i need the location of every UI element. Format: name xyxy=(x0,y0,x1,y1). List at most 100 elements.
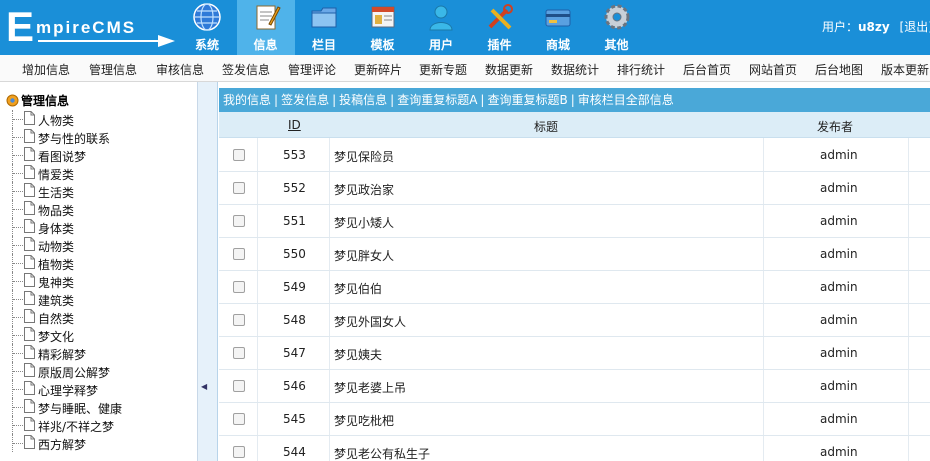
tree-connector xyxy=(12,434,24,452)
nav-item[interactable]: 模板 xyxy=(354,0,412,55)
row-checkbox[interactable] xyxy=(233,149,245,161)
row-publisher: admin xyxy=(820,247,858,261)
tree-item-label: 植物类 xyxy=(38,258,75,272)
tree-item-label: 人物类 xyxy=(38,114,75,128)
row-checkbox[interactable] xyxy=(233,248,245,260)
tree-item-label: 精彩解梦 xyxy=(38,348,87,362)
table-row: 549 梦见伯伯 admin xyxy=(219,271,930,304)
nav-item[interactable]: 插件 xyxy=(471,0,529,55)
row-checkbox[interactable] xyxy=(233,446,245,458)
row-checkbox[interactable] xyxy=(233,413,245,425)
tree-root-icon xyxy=(6,94,19,107)
column-header-id[interactable]: ID xyxy=(288,118,301,132)
row-title-link[interactable]: 梦见老公有私生子 xyxy=(334,445,430,461)
tree-item-label: 建筑类 xyxy=(38,294,75,308)
document-icon xyxy=(24,237,35,251)
row-checkbox[interactable] xyxy=(233,314,245,326)
tree-item-label: 心理学释梦 xyxy=(38,384,99,398)
submenu-item[interactable]: 排行统计 xyxy=(617,61,665,78)
sidebar-tree: 管理信息 人物类 梦与性的联系 看图说梦 情爱类 生活类 物品类 身体类 动物类 植物类 鬼神类建… xyxy=(0,82,198,461)
nav-item[interactable]: 信息 xyxy=(236,0,295,55)
nav-item-label: 信息 xyxy=(253,38,278,52)
table-row: 551 梦见小矮人 admin xyxy=(219,205,930,238)
submenu-item[interactable]: 增加信息 xyxy=(22,61,70,78)
tools-icon xyxy=(488,4,513,30)
submenu-item[interactable]: 后台首页 xyxy=(683,61,731,78)
nav-item[interactable]: 用户 xyxy=(412,0,470,55)
nav-item[interactable]: 其他 xyxy=(588,0,646,55)
row-checkbox[interactable] xyxy=(233,380,245,392)
logo-swoosh-icon xyxy=(38,35,175,47)
tree-item-label: 自然类 xyxy=(38,312,75,326)
document-icon xyxy=(24,345,35,359)
empirecms-logo[interactable]: E mpireCMS xyxy=(6,4,176,50)
submenu-item[interactable]: 签发信息 xyxy=(222,61,270,78)
info-tab[interactable]: 我的信息 xyxy=(223,93,271,107)
row-publisher: admin xyxy=(820,148,858,162)
submenu-item[interactable]: 管理信息 xyxy=(89,61,137,78)
info-tab[interactable]: 查询重复标题B xyxy=(487,93,567,107)
row-id: 547 xyxy=(283,346,306,360)
info-tab[interactable]: 签发信息 xyxy=(281,93,329,107)
tree-item-label: 身体类 xyxy=(38,222,75,236)
info-tab[interactable]: 投稿信息 xyxy=(339,93,387,107)
tree-connector xyxy=(12,218,24,236)
folder-icon xyxy=(311,7,337,28)
row-publisher: admin xyxy=(820,280,858,294)
tree-connector xyxy=(12,272,24,290)
row-id: 550 xyxy=(283,247,306,261)
row-title-link[interactable]: 梦见姨夫 xyxy=(334,346,382,363)
tree-connector xyxy=(12,236,24,254)
table-row: 552 梦见政治家 admin xyxy=(219,172,930,205)
info-tab[interactable]: 审核栏目全部信息 xyxy=(578,93,674,107)
row-title-link[interactable]: 梦见保险员 xyxy=(334,148,394,165)
submenu-item[interactable]: 审核信息 xyxy=(156,61,204,78)
row-title-link[interactable]: 梦见政治家 xyxy=(334,181,394,198)
nav-item-label: 用户 xyxy=(428,38,453,52)
info-tab[interactable]: 查询重复标题A xyxy=(397,93,477,107)
row-title-link[interactable]: 梦见胖女人 xyxy=(334,247,394,264)
tree-root[interactable]: 管理信息 xyxy=(6,92,69,109)
row-title-link[interactable]: 梦见吃枇杷 xyxy=(334,412,394,429)
logout-link[interactable]: [退出] xyxy=(900,20,930,34)
row-checkbox[interactable] xyxy=(233,281,245,293)
tree-connector xyxy=(12,398,24,416)
row-checkbox[interactable] xyxy=(233,182,245,194)
submenu-item[interactable]: 版本更新 xyxy=(881,61,929,78)
nav-item-label: 模板 xyxy=(370,38,395,52)
submenu-item[interactable]: 管理评论 xyxy=(288,61,336,78)
row-publisher: admin xyxy=(820,214,858,228)
nav-item-label: 系统 xyxy=(194,38,219,52)
row-checkbox[interactable] xyxy=(233,215,245,227)
table-row: 547 梦见姨夫 admin xyxy=(219,337,930,370)
row-title-link[interactable]: 梦见外国女人 xyxy=(334,313,406,330)
row-title-link[interactable]: 梦见老婆上吊 xyxy=(334,379,406,396)
submenu-item[interactable]: 网站首页 xyxy=(749,61,797,78)
tree-item-label: 看图说梦 xyxy=(38,150,87,164)
tab-separator: | xyxy=(274,93,279,107)
submenu-item[interactable]: 更新碎片 xyxy=(354,61,402,78)
collapse-left-icon[interactable]: ◀ xyxy=(201,382,207,391)
document-icon xyxy=(24,201,35,215)
nav-item[interactable]: 栏目 xyxy=(295,0,353,55)
row-id: 549 xyxy=(283,280,306,294)
panel-splitter[interactable]: ◀ xyxy=(198,82,218,461)
row-publisher: admin xyxy=(820,412,858,426)
submenu-item[interactable]: 后台地图 xyxy=(815,61,863,78)
nav-item[interactable]: 系统 xyxy=(178,0,236,55)
gear-icon xyxy=(604,4,629,30)
document-icon xyxy=(24,219,35,233)
submenu-item[interactable]: 数据更新 xyxy=(485,61,533,78)
nav-item[interactable]: 商城 xyxy=(529,0,587,55)
table-row: 546 梦见老婆上吊 admin xyxy=(219,370,930,403)
column-header-publisher: 发布者 xyxy=(817,120,854,134)
row-title-link[interactable]: 梦见小矮人 xyxy=(334,214,394,231)
submenu-item[interactable]: 数据统计 xyxy=(551,61,599,78)
row-title-link[interactable]: 梦见伯伯 xyxy=(334,280,382,297)
tree-item-label: 动物类 xyxy=(38,240,75,254)
row-publisher: admin xyxy=(820,346,858,360)
notepad-icon xyxy=(256,5,281,30)
document-icon xyxy=(24,147,35,161)
submenu-item[interactable]: 更新专题 xyxy=(419,61,467,78)
row-checkbox[interactable] xyxy=(233,347,245,359)
